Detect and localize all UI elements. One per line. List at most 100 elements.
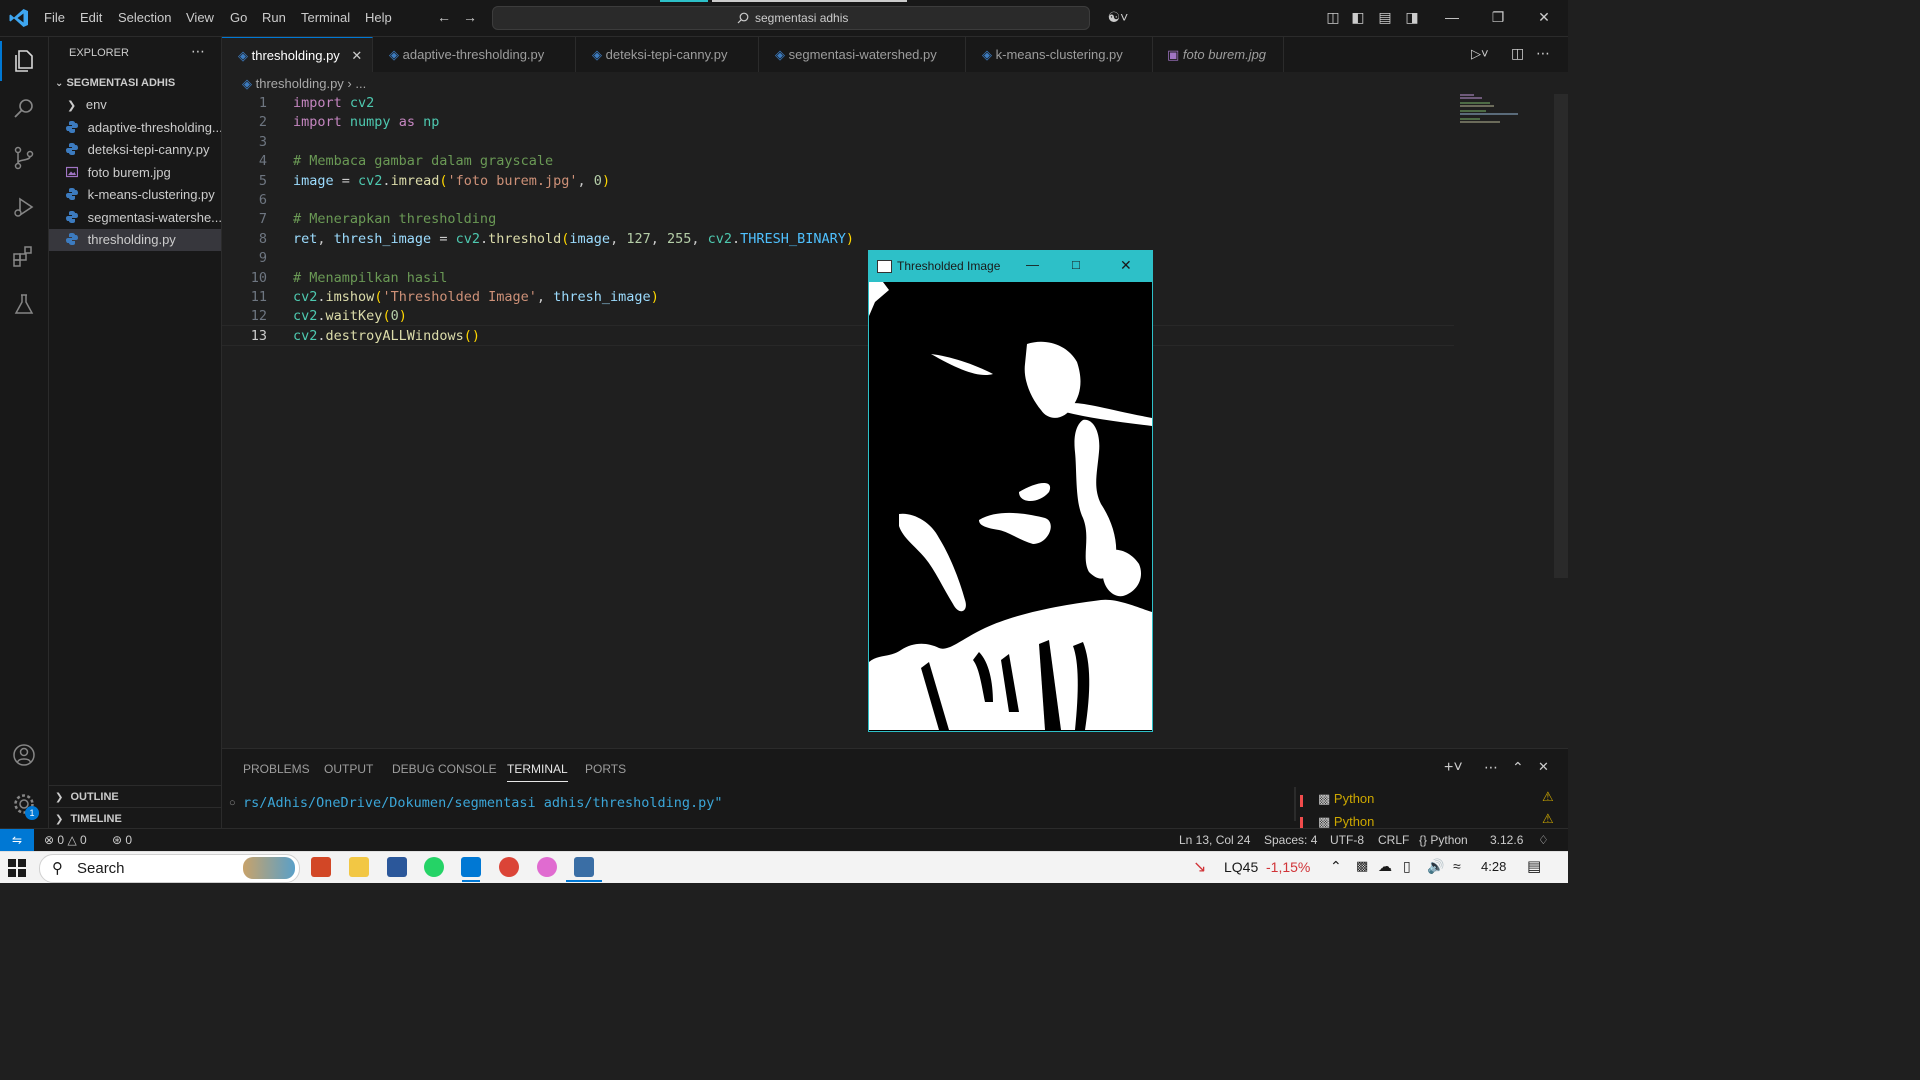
close-window-icon[interactable]: ✕ bbox=[1536, 9, 1552, 25]
forward-arrow-icon[interactable]: → bbox=[462, 9, 478, 25]
menu-run[interactable]: Run bbox=[262, 10, 286, 25]
notifications-bell-icon[interactable]: ♢ bbox=[1538, 833, 1549, 847]
python-window-icon[interactable] bbox=[574, 857, 594, 877]
explorer-icon[interactable] bbox=[10, 47, 38, 75]
chrome-icon[interactable] bbox=[499, 857, 519, 877]
python-version[interactable]: 3.12.6 bbox=[1490, 833, 1523, 847]
maximize-panel-icon[interactable]: ⌃ bbox=[1512, 759, 1524, 776]
search-view-icon[interactable] bbox=[10, 95, 38, 123]
tab-terminal[interactable]: TERMINAL bbox=[507, 762, 568, 782]
breadcrumb-rest[interactable]: ... bbox=[355, 76, 366, 91]
remote-indicator-icon[interactable]: ⇋ bbox=[0, 829, 34, 852]
cloud-icon[interactable]: ☁ bbox=[1378, 858, 1392, 875]
terminal-output[interactable]: rs/Adhis/OneDrive/Dokumen/segmentasi adh… bbox=[243, 795, 723, 811]
workspace-folder[interactable]: ⌄ SEGMENTASI ADHIS bbox=[49, 72, 221, 94]
tab-ports[interactable]: PORTS bbox=[585, 762, 626, 776]
timeline-section[interactable]: ❯ TIMELINE bbox=[49, 807, 221, 830]
maximize-icon[interactable]: □ bbox=[1072, 257, 1080, 272]
tab-output[interactable]: OUTPUT bbox=[324, 762, 373, 776]
new-terminal-icon[interactable]: +˅ bbox=[1444, 759, 1463, 777]
browser-icon[interactable] bbox=[537, 857, 557, 877]
sidebar-item-segmentasi-watershed[interactable]: segmentasi-watershe... bbox=[49, 207, 221, 229]
windows-start-icon[interactable] bbox=[8, 859, 26, 877]
thresholded-image-window[interactable]: Thresholded Image — □ ✕ bbox=[868, 250, 1153, 732]
more-actions-icon[interactable]: ⋯ bbox=[1484, 759, 1498, 776]
sidebar-item-env[interactable]: ❯ env bbox=[49, 94, 221, 116]
keyword: import bbox=[293, 95, 342, 111]
tab-thresholding[interactable]: ◈ thresholding.py ✕ bbox=[222, 37, 373, 73]
tab-debug-console[interactable]: DEBUG CONSOLE bbox=[392, 762, 497, 776]
problems-status[interactable]: ⊗ 0 △ 0 bbox=[44, 833, 87, 847]
wifi-icon[interactable]: ≈ bbox=[1453, 858, 1461, 874]
tab-foto-burem[interactable]: ▣ foto burem.jpg bbox=[1153, 37, 1284, 72]
menu-selection[interactable]: Selection bbox=[118, 10, 171, 25]
toggle-secondary-sidebar-icon[interactable]: ◨ bbox=[1404, 9, 1420, 25]
sidebar-item-k-means-clustering[interactable]: k-means-clustering.py bbox=[49, 184, 221, 206]
terminal-instance-1[interactable]: ▩ Python bbox=[1318, 791, 1374, 807]
sidebar-item-adaptive-thresholding[interactable]: adaptive-thresholding.... bbox=[49, 117, 221, 139]
breadcrumb-file[interactable]: thresholding.py bbox=[256, 76, 344, 91]
menu-go[interactable]: Go bbox=[230, 10, 247, 25]
close-tab-icon[interactable]: ✕ bbox=[351, 48, 362, 63]
outline-section[interactable]: ❯ OUTLINE bbox=[49, 785, 221, 808]
end-of-line[interactable]: CRLF bbox=[1378, 833, 1409, 847]
system-tray-icon[interactable]: ▩ bbox=[1356, 858, 1368, 874]
indentation[interactable]: Spaces: 4 bbox=[1264, 833, 1317, 847]
customize-layout-icon[interactable]: ◫ bbox=[1325, 9, 1341, 25]
powerpoint-icon[interactable] bbox=[311, 857, 331, 877]
volume-icon[interactable]: 🔊 bbox=[1427, 858, 1444, 875]
python-file-icon: ◈ bbox=[242, 76, 252, 91]
testing-icon[interactable] bbox=[10, 291, 38, 319]
extensions-icon[interactable] bbox=[10, 242, 38, 270]
minimize-icon[interactable]: — bbox=[1444, 9, 1460, 25]
ports-status[interactable]: ⊛ 0 bbox=[112, 833, 132, 847]
taskbar-search[interactable]: ⚲ Search bbox=[39, 854, 300, 883]
menu-file[interactable]: File bbox=[44, 10, 65, 25]
battery-icon[interactable]: ▯ bbox=[1403, 858, 1411, 875]
popup-title-bar[interactable]: Thresholded Image — □ ✕ bbox=[869, 251, 1152, 282]
restore-icon[interactable]: ❐ bbox=[1490, 9, 1506, 25]
copilot-icon[interactable]: ☯˅ bbox=[1103, 9, 1133, 25]
run-debug-icon[interactable] bbox=[10, 193, 38, 221]
accounts-icon[interactable] bbox=[10, 741, 38, 769]
menu-help[interactable]: Help bbox=[365, 10, 392, 25]
chevron-up-icon[interactable]: ⌃ bbox=[1330, 858, 1342, 875]
sidebar-item-thresholding[interactable]: thresholding.py bbox=[49, 229, 221, 251]
tab-problems[interactable]: PROBLEMS bbox=[243, 762, 310, 776]
notification-center-icon[interactable]: ▤ bbox=[1527, 857, 1541, 875]
encoding[interactable]: UTF-8 bbox=[1330, 833, 1364, 847]
file-explorer-icon[interactable] bbox=[349, 857, 369, 877]
tab-k-means-clustering[interactable]: ◈ k-means-clustering.py bbox=[966, 37, 1153, 72]
more-actions-icon[interactable]: ⋯ bbox=[191, 43, 205, 60]
stock-name[interactable]: LQ45 bbox=[1224, 859, 1258, 875]
sidebar-item-foto-burem[interactable]: foto burem.jpg bbox=[49, 162, 221, 184]
language-mode[interactable]: {} Python bbox=[1419, 833, 1468, 847]
minimap[interactable] bbox=[1460, 94, 1520, 123]
more-actions-icon[interactable]: ⋯ bbox=[1536, 45, 1550, 62]
menu-edit[interactable]: Edit bbox=[80, 10, 102, 25]
vscode-taskbar-icon[interactable] bbox=[461, 857, 481, 877]
run-file-icon[interactable]: ▷˅ bbox=[1471, 46, 1489, 62]
menu-view[interactable]: View bbox=[186, 10, 214, 25]
toggle-panel-icon[interactable]: ▤ bbox=[1377, 9, 1393, 25]
command-center-search[interactable]: segmentasi adhis bbox=[492, 6, 1090, 30]
toggle-sidebar-icon[interactable]: ◧ bbox=[1350, 9, 1366, 25]
close-panel-icon[interactable]: ✕ bbox=[1538, 759, 1549, 775]
split-editor-icon[interactable]: ◫ bbox=[1511, 45, 1524, 62]
clock-time[interactable]: 4:28 bbox=[1481, 859, 1506, 874]
tab-adaptive-thresholding[interactable]: ◈ adaptive-thresholding.py bbox=[373, 37, 576, 72]
stock-change[interactable]: -1,15% bbox=[1266, 859, 1310, 875]
menu-terminal[interactable]: Terminal bbox=[301, 10, 350, 25]
whatsapp-icon[interactable] bbox=[424, 857, 444, 877]
tab-deteksi-tepi-canny[interactable]: ◈ deteksi-tepi-canny.py bbox=[576, 37, 759, 72]
tab-segmentasi-watershed[interactable]: ◈ segmentasi-watershed.py bbox=[759, 37, 966, 72]
sidebar-item-deteksi-tepi-canny[interactable]: deteksi-tepi-canny.py bbox=[49, 139, 221, 161]
cursor-position[interactable]: Ln 13, Col 24 bbox=[1179, 833, 1250, 847]
back-arrow-icon[interactable]: ← bbox=[436, 9, 452, 25]
close-icon[interactable]: ✕ bbox=[1120, 257, 1132, 274]
minimize-icon[interactable]: — bbox=[1026, 257, 1039, 272]
source-control-icon[interactable] bbox=[10, 144, 38, 172]
word-icon[interactable] bbox=[387, 857, 407, 877]
editor-scrollbar[interactable] bbox=[1554, 94, 1568, 578]
warning-count: 0 bbox=[80, 833, 87, 847]
